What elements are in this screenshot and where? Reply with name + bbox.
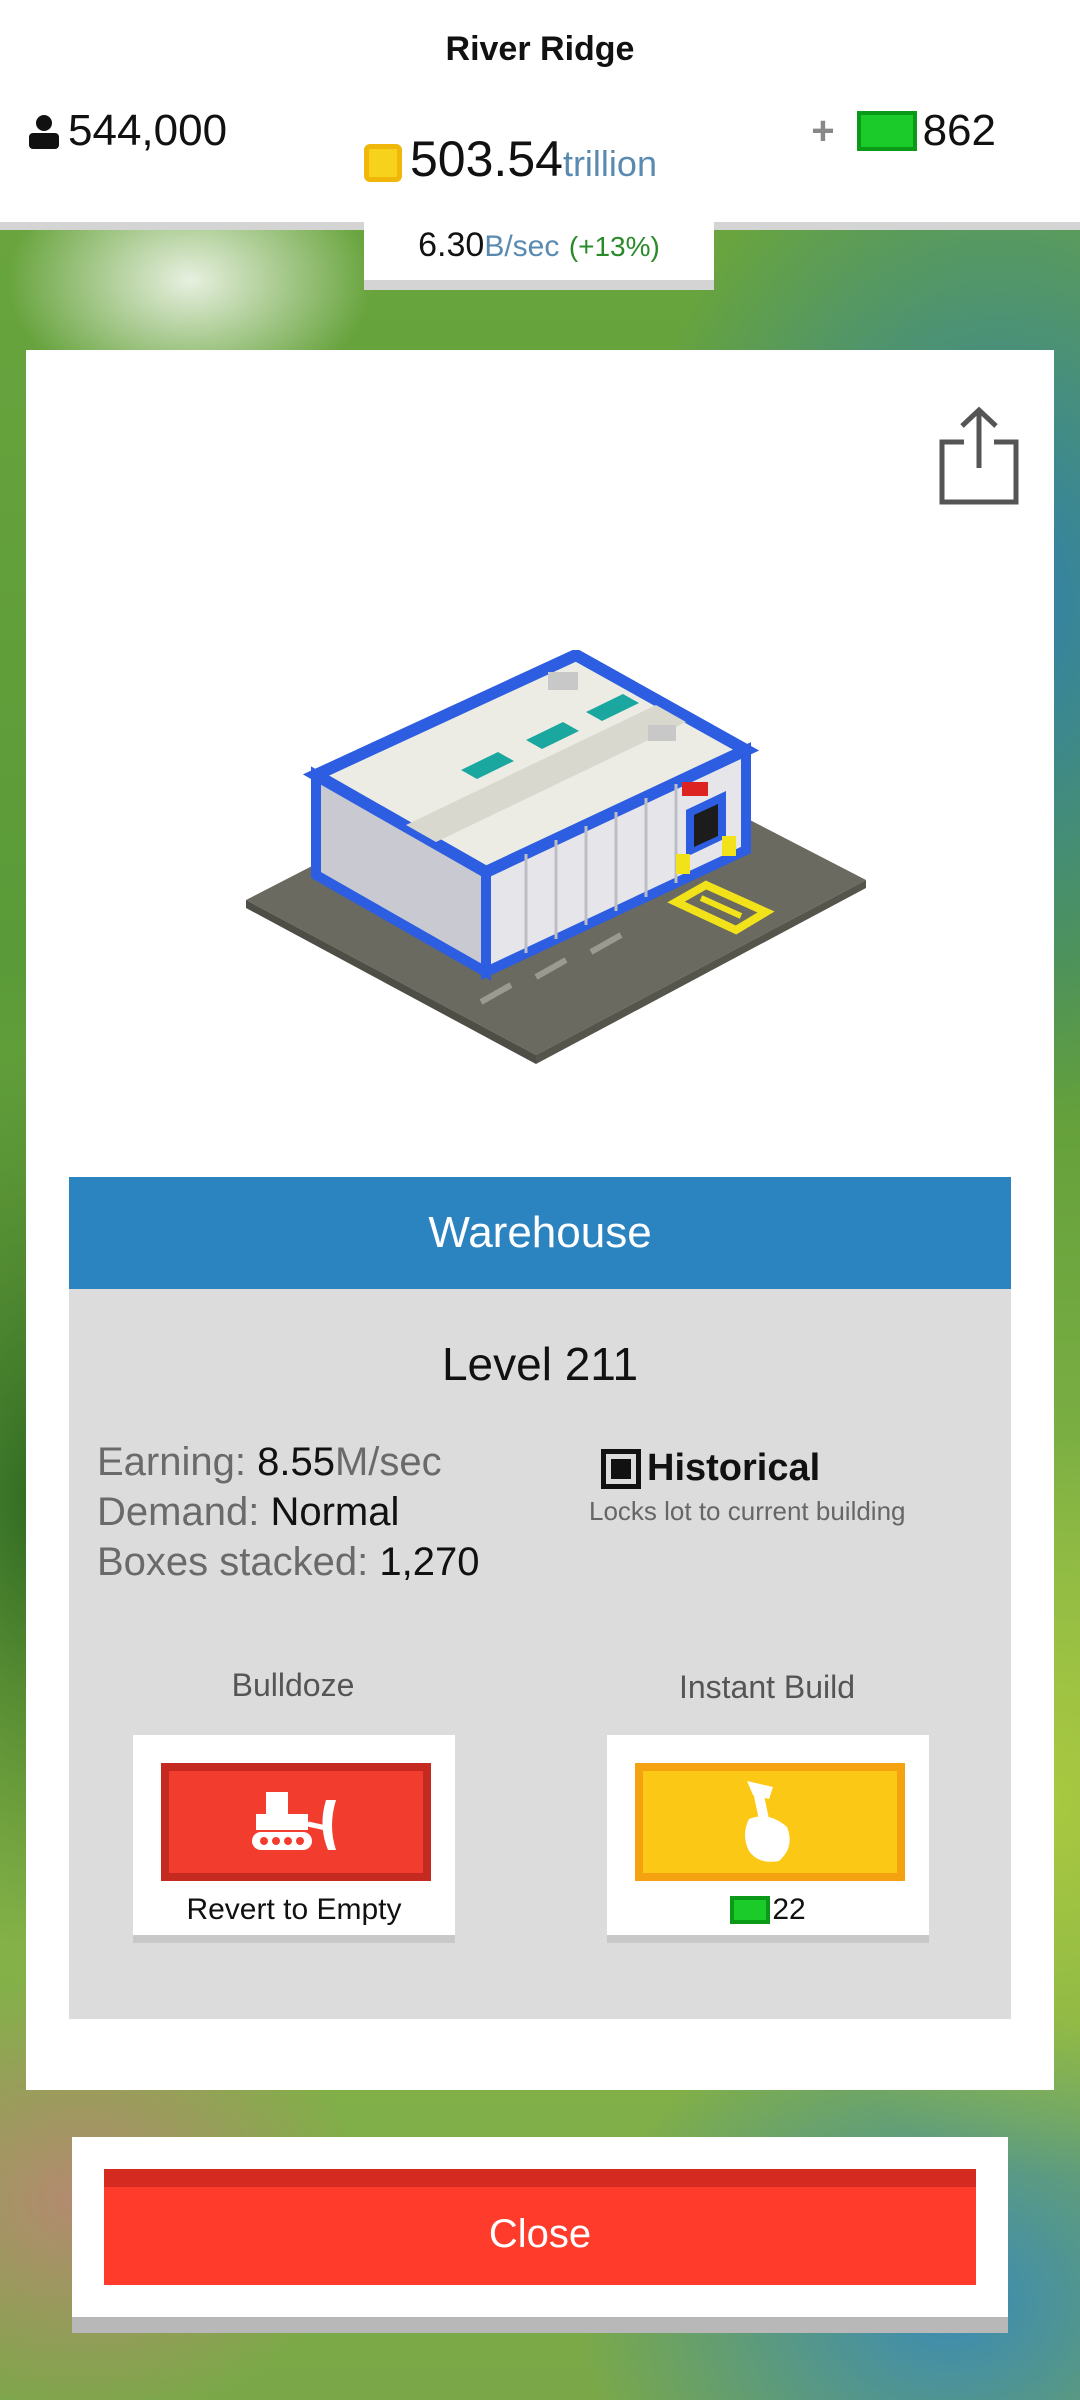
historical-label: Historical (647, 1447, 821, 1489)
coin-value: 503.54 (410, 131, 563, 187)
demand-row: Demand: Normal (97, 1487, 479, 1537)
bulldoze-button[interactable] (161, 1763, 431, 1881)
close-button[interactable]: Close (104, 2169, 976, 2285)
demand-label: Demand: (97, 1490, 260, 1534)
hammer-icon (745, 1781, 790, 1862)
population-value: 544,000 (68, 106, 228, 155)
coin-balance: 503.54 trillion (364, 130, 714, 188)
rate-unit: B/sec (484, 230, 560, 263)
coin-icon (364, 144, 402, 182)
earning-label: Earning: (97, 1440, 246, 1484)
bulldoze-title: Bulldoze (231, 1667, 355, 1703)
rate-change: (+13%) (568, 231, 660, 262)
building-stats: Earning: 8.55M/sec Demand: Normal Boxes … (97, 1437, 479, 1587)
historical-toggle[interactable]: Historical Locks lot to current building (589, 1447, 989, 1527)
building-info-card: Warehouse Level 211 Earning: 8.55M/sec D… (69, 1177, 1011, 2019)
instant-build-price: 22 (607, 1893, 929, 1927)
population-counter: 544,000 (26, 106, 227, 156)
instant-build-button[interactable] (635, 1763, 905, 1881)
coin-unit: trillion (562, 143, 657, 184)
city-name: River Ridge (445, 30, 635, 68)
cash-icon (856, 111, 917, 151)
instant-build-price-value: 22 (772, 1893, 806, 1926)
income-rate: 6.30B/sec (+13%) (364, 210, 714, 290)
cash-balance[interactable]: + 862 (811, 106, 996, 156)
person-icon (29, 115, 59, 149)
bulldozer-icon (252, 1792, 336, 1850)
add-cash-icon[interactable]: + (811, 109, 834, 154)
demand-value: Normal (270, 1490, 400, 1534)
earning-value: 8.55 (257, 1440, 335, 1484)
boxes-row: Boxes stacked: 1,270 (97, 1537, 479, 1587)
earning-unit: M/sec (334, 1440, 442, 1484)
building-panel: Warehouse Level 211 Earning: 8.55M/sec D… (26, 350, 1054, 2090)
instant-build-title: Instant Build (678, 1669, 856, 1705)
historical-toggle-row[interactable]: Historical (601, 1447, 989, 1490)
top-hud: River Ridge 544,000 503.54 trillion + 86… (0, 0, 1080, 230)
boxes-label: Boxes stacked: (97, 1540, 369, 1584)
revert-to-empty-card[interactable]: Revert to Empty (133, 1735, 455, 1943)
revert-to-empty-label: Revert to Empty (186, 1893, 402, 1926)
cash-icon (730, 1896, 771, 1924)
warehouse-illustration (246, 650, 866, 1064)
historical-description: Locks lot to current building (589, 1496, 906, 1526)
boxes-value: 1,270 (379, 1540, 480, 1584)
cash-value: 862 (922, 106, 996, 155)
share-icon[interactable] (934, 402, 1024, 506)
close-button-frame: Close (72, 2137, 1008, 2333)
earning-row: Earning: 8.55M/sec (97, 1437, 479, 1487)
building-name: Warehouse (69, 1177, 1011, 1289)
instant-build-card[interactable]: 22 (607, 1735, 929, 1943)
rate-value: 6.30 (418, 226, 485, 264)
historical-checkbox[interactable] (601, 1448, 641, 1489)
building-level: Level 211 (441, 1338, 639, 1390)
